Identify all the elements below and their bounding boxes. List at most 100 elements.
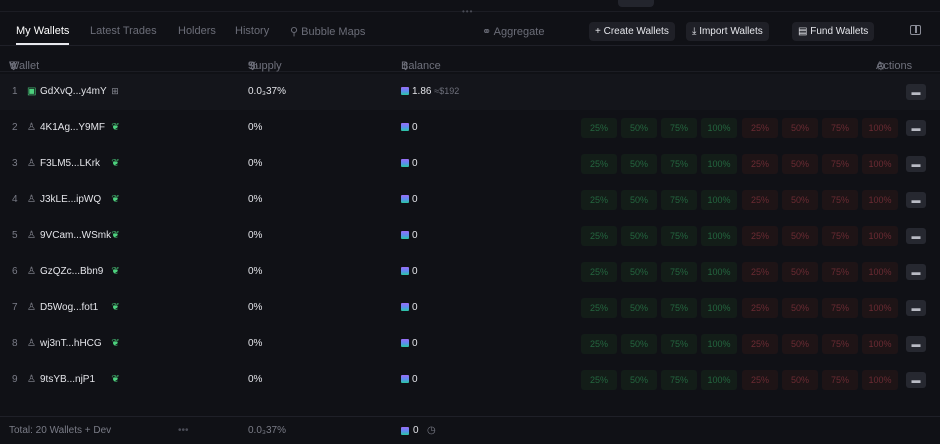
quick-buy-button[interactable]: 75% — [661, 190, 697, 210]
quick-sell-button[interactable]: 50% — [782, 154, 818, 174]
wallet-address[interactable]: 4K1Ag...Y9MF — [40, 122, 105, 133]
layout-toggle-icon[interactable] — [910, 25, 921, 35]
quick-buy-button[interactable]: 75% — [661, 262, 697, 282]
quick-sell-button[interactable]: 25% — [742, 370, 778, 390]
quick-sell-button[interactable]: 100% — [862, 262, 898, 282]
quick-sell-button[interactable]: 25% — [742, 118, 778, 138]
quick-buy-button[interactable]: 100% — [701, 370, 737, 390]
folder-icon[interactable]: ▬ — [906, 156, 926, 172]
create-wallets-button[interactable]: + Create Wallets — [589, 22, 675, 41]
folder-icon[interactable]: ▬ — [906, 120, 926, 136]
wallet-address[interactable]: J3kLE...ipWQ — [40, 194, 101, 205]
quick-buy-button[interactable]: 25% — [581, 262, 617, 282]
quick-sell-button[interactable]: 100% — [862, 226, 898, 246]
wallet-address[interactable]: GdXvQ...y4mY — [40, 86, 107, 97]
quick-buy-button[interactable]: 50% — [621, 334, 657, 354]
quick-buy-button[interactable]: 25% — [581, 118, 617, 138]
tab-latest-trades[interactable]: Latest Trades — [90, 25, 157, 37]
quick-buy-button[interactable]: 25% — [581, 226, 617, 246]
quick-buy-button[interactable]: 75% — [661, 226, 697, 246]
quick-buy-button[interactable]: 100% — [701, 226, 737, 246]
quick-sell-button[interactable]: 25% — [742, 298, 778, 318]
quick-buy-button[interactable]: 25% — [581, 190, 617, 210]
quick-sell-button[interactable]: 50% — [782, 370, 818, 390]
quick-buy-button[interactable]: 100% — [701, 334, 737, 354]
quick-sell-button[interactable]: 100% — [862, 154, 898, 174]
tab-holders[interactable]: Holders — [178, 25, 216, 37]
quick-sell-button[interactable]: 75% — [822, 370, 858, 390]
quick-sell-button[interactable]: 25% — [742, 334, 778, 354]
quick-buy-button[interactable]: 75% — [661, 154, 697, 174]
folder-icon[interactable]: ▬ — [906, 264, 926, 280]
quick-sell-button[interactable]: 50% — [782, 226, 818, 246]
quick-sell-button[interactable]: 75% — [822, 262, 858, 282]
wallet-address[interactable]: GzQZc...Bbn9 — [40, 266, 103, 277]
sol-icon — [401, 339, 409, 347]
folder-icon[interactable]: ▬ — [906, 300, 926, 316]
folder-icon[interactable]: ▬ — [906, 84, 926, 100]
gear-icon[interactable]: ⚙ — [876, 60, 886, 73]
wallet-address[interactable]: F3LM5...LKrk — [40, 158, 100, 169]
quick-buy-button[interactable]: 50% — [621, 118, 657, 138]
quick-buy-button[interactable]: 100% — [701, 262, 737, 282]
quick-sell-button[interactable]: 75% — [822, 190, 858, 210]
quick-sell-button[interactable]: 25% — [742, 262, 778, 282]
quick-sell-button[interactable]: 100% — [862, 334, 898, 354]
folder-icon[interactable]: ▬ — [906, 228, 926, 244]
quick-buy-button[interactable]: 100% — [701, 154, 737, 174]
quick-sell-button[interactable]: 50% — [782, 262, 818, 282]
quick-sell-button[interactable]: 100% — [862, 298, 898, 318]
quick-sell-button[interactable]: 50% — [782, 190, 818, 210]
quick-buy-button[interactable]: 100% — [701, 118, 737, 138]
quick-buy-button[interactable]: 50% — [621, 226, 657, 246]
wallet-address[interactable]: D5Wog...fot1 — [40, 302, 98, 313]
quick-sell-button[interactable]: 75% — [822, 118, 858, 138]
quick-sell-button[interactable]: 75% — [822, 154, 858, 174]
tab-bubble-maps[interactable]: ⚲ Bubble Maps — [290, 25, 365, 38]
folder-icon[interactable]: ▬ — [906, 336, 926, 352]
quick-buy-button[interactable]: 100% — [701, 298, 737, 318]
import-wallets-button[interactable]: ⤓ Import Wallets — [686, 22, 769, 41]
quick-buy-button[interactable]: 75% — [661, 298, 697, 318]
aggregate-toggle[interactable]: ⚭ Aggregate — [482, 25, 544, 38]
more-icon[interactable]: ••• — [178, 425, 189, 436]
quick-sell-button[interactable]: 50% — [782, 298, 818, 318]
quick-sell-button[interactable]: 50% — [782, 334, 818, 354]
tab-history[interactable]: History — [235, 25, 269, 37]
quick-sell-button[interactable]: 25% — [742, 190, 778, 210]
quick-buy-button[interactable]: 50% — [621, 190, 657, 210]
quick-sell-button[interactable]: 50% — [782, 118, 818, 138]
panel-resize-handle[interactable]: ••• — [462, 8, 478, 16]
quick-buy-button[interactable]: 75% — [661, 334, 697, 354]
quick-buy-button[interactable]: 50% — [621, 298, 657, 318]
folder-icon[interactable]: ▬ — [906, 372, 926, 388]
quick-buy-button[interactable]: 100% — [701, 190, 737, 210]
copy-icon[interactable]: ⊞ — [111, 86, 119, 97]
quick-sell-button[interactable]: 75% — [822, 334, 858, 354]
quick-buy-button[interactable]: 75% — [661, 370, 697, 390]
quick-buy-button[interactable]: 25% — [581, 154, 617, 174]
quick-sell-button[interactable]: 75% — [822, 298, 858, 318]
wallet-address[interactable]: 9tsYB...njP1 — [40, 374, 95, 385]
quick-sell-button[interactable]: 75% — [822, 226, 858, 246]
quick-sell-button[interactable]: 25% — [742, 154, 778, 174]
quick-buy-button[interactable]: 75% — [661, 118, 697, 138]
quick-sell-button[interactable]: 100% — [862, 118, 898, 138]
quick-buy-button[interactable]: 25% — [581, 298, 617, 318]
quick-buy-button[interactable]: 50% — [621, 154, 657, 174]
quick-buy-button[interactable]: 25% — [581, 370, 617, 390]
tab-bubble-maps-label: Bubble Maps — [301, 26, 366, 38]
quick-buy-button[interactable]: 50% — [621, 262, 657, 282]
refresh-icon[interactable]: ◷ — [427, 425, 436, 436]
leaf-icon: ❦ — [111, 266, 120, 277]
folder-icon[interactable]: ▬ — [906, 192, 926, 208]
tab-my-wallets[interactable]: My Wallets — [16, 25, 70, 45]
quick-sell-button[interactable]: 25% — [742, 226, 778, 246]
wallet-address[interactable]: 9VCam...WSmk — [40, 230, 111, 241]
quick-buy-button[interactable]: 50% — [621, 370, 657, 390]
fund-wallets-button[interactable]: ▤ Fund Wallets — [792, 22, 875, 41]
quick-sell-button[interactable]: 100% — [862, 190, 898, 210]
quick-buy-button[interactable]: 25% — [581, 334, 617, 354]
wallet-address[interactable]: wj3nT...hHCG — [40, 338, 102, 349]
quick-sell-button[interactable]: 100% — [862, 370, 898, 390]
